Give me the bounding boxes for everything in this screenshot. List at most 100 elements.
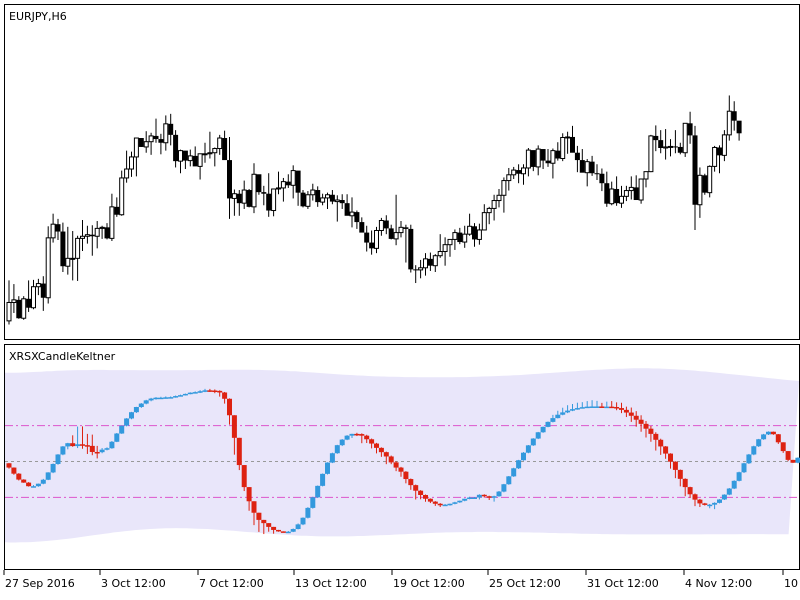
candle-body-down — [364, 232, 370, 243]
indicator-body-up — [604, 406, 610, 409]
indicator-candle — [290, 528, 296, 533]
indicator-body-down — [16, 473, 22, 480]
candle-body-up — [80, 235, 85, 239]
indicator-body-up — [143, 400, 149, 404]
candle-body-up — [35, 283, 41, 288]
candle-body-up — [197, 153, 203, 167]
candle-body-down — [677, 146, 683, 153]
indicator-body-up — [761, 434, 767, 440]
main-price-panel: EURJPY,H6 — [4, 4, 800, 340]
x-tick-label: 3 Oct 12:00 — [101, 577, 166, 590]
indicator-candle — [344, 435, 350, 441]
candle-body-up — [45, 237, 51, 299]
indicator-body-down — [628, 412, 634, 416]
candle-body-down — [702, 175, 708, 193]
indicator-candle — [761, 433, 767, 440]
indicator-candle — [50, 463, 56, 474]
indicator-body-up — [310, 497, 316, 508]
indicator-candle — [21, 479, 27, 483]
indicator-body-up — [178, 395, 183, 397]
candle-body-up — [163, 123, 169, 144]
candle-body-down — [427, 258, 433, 266]
indicator-body-up — [60, 446, 66, 455]
indicator-body-up — [535, 432, 541, 439]
candle-body-up — [276, 187, 281, 190]
indicator-candle — [320, 473, 326, 487]
indicator-candle — [506, 475, 512, 485]
indicator-candle — [339, 439, 345, 447]
indicator-body-up — [124, 418, 130, 426]
candle-body-up — [393, 232, 399, 240]
candle-body-down — [315, 190, 321, 203]
candle-body-up — [609, 188, 615, 205]
candle-body-up — [133, 137, 139, 158]
candle-body-up — [721, 134, 727, 156]
indicator-body-down — [266, 523, 272, 527]
indicator-candle — [310, 496, 316, 509]
indicator-body-up — [173, 396, 179, 398]
candle-body-down — [687, 123, 693, 136]
indicator-body-up — [472, 497, 477, 499]
candle-body-down — [227, 160, 232, 199]
candle-body-down — [545, 160, 551, 164]
indicator-candle — [746, 453, 752, 464]
indicator-body-up — [290, 529, 296, 532]
x-tick-label: 4 Nov 12:00 — [685, 577, 752, 590]
candle-body-up — [726, 110, 732, 136]
indicator-body-down — [775, 434, 781, 443]
candle-body-up — [682, 122, 688, 154]
candle-body-down — [579, 160, 585, 173]
candle-body-down — [574, 152, 580, 161]
candle-body-up — [423, 258, 428, 269]
candle-body-down — [472, 226, 477, 240]
candle-body-down — [530, 150, 536, 167]
price-candle — [138, 138, 144, 147]
indicator-body-up — [584, 406, 590, 409]
indicator-body-down — [668, 453, 673, 462]
indicator-body-down — [369, 439, 375, 444]
indicator-body-up — [104, 448, 110, 450]
indicator-body-up — [325, 462, 330, 474]
candle-body-up — [119, 177, 125, 216]
candle-body-up — [447, 238, 453, 246]
candle-body-down — [168, 123, 174, 135]
candle-body-up — [84, 234, 90, 237]
indicator-candle — [540, 426, 546, 433]
indicator-body-up — [521, 452, 526, 461]
indicator-body-down — [609, 406, 615, 409]
indicator-body-down — [251, 501, 257, 513]
indicator-body-up — [55, 454, 61, 464]
indicator-candle — [55, 454, 61, 465]
indicator-candle — [521, 452, 526, 461]
indicator-body-down — [359, 434, 365, 436]
indicator-body-down — [84, 445, 90, 447]
indicator-body-down — [94, 451, 100, 454]
indicator-candle — [114, 432, 120, 443]
indicator-candle — [45, 472, 51, 481]
indicator-body-up — [192, 392, 198, 394]
indicator-body-up — [506, 476, 512, 485]
indicator-candle — [530, 438, 536, 446]
indicator-body-up — [50, 463, 56, 473]
indicator-body-down — [241, 465, 247, 488]
candle-body-up — [212, 148, 218, 154]
indicator-body-down — [246, 487, 252, 502]
indicator-body-down — [697, 499, 703, 504]
candle-body-up — [178, 150, 183, 162]
indicator-candle — [795, 457, 800, 464]
indicator-body-up — [300, 517, 306, 525]
indicator-body-down — [663, 446, 669, 454]
candle-body-down — [104, 227, 110, 239]
indicator-body-up — [138, 403, 144, 408]
indicator-body-up — [462, 498, 468, 501]
price-candle — [638, 178, 644, 204]
candle-body-up — [31, 286, 36, 309]
indicator-body-up — [736, 472, 742, 481]
x-tick-label: 7 Oct 12:00 — [199, 577, 264, 590]
indicator-candle — [305, 507, 311, 519]
candle-body-up — [202, 153, 208, 156]
indicator-body-down — [427, 498, 433, 502]
indicator-body-down — [89, 445, 95, 452]
candle-body-down — [16, 299, 22, 319]
indicator-body-up — [501, 484, 507, 492]
